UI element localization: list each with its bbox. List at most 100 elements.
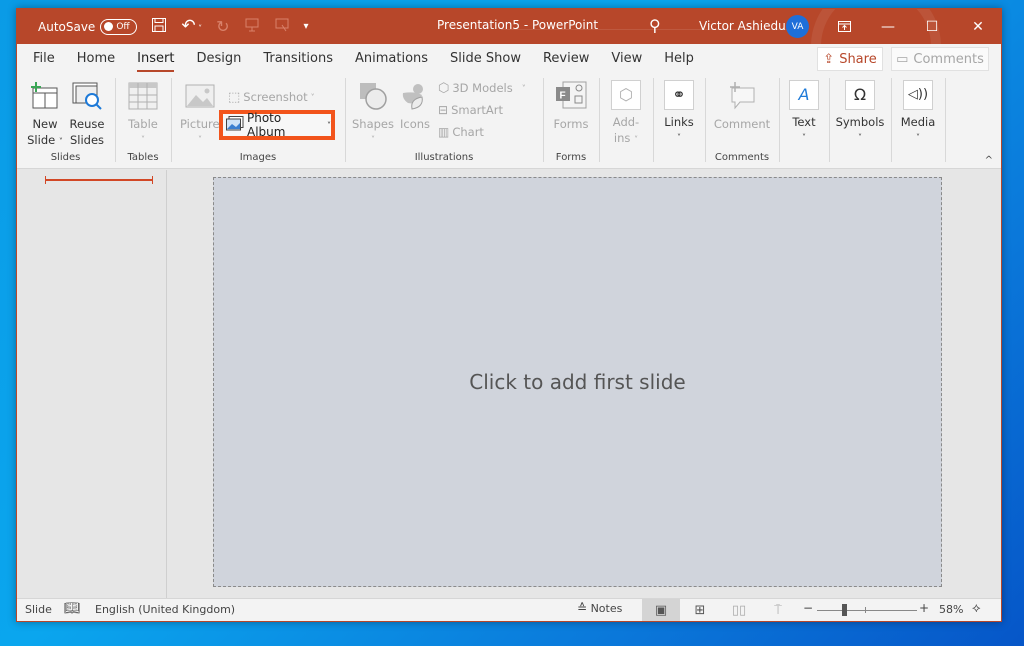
undo-icon[interactable]: ↶ ˅ bbox=[181, 18, 202, 35]
text-button[interactable]: A Text ˅ bbox=[785, 80, 823, 146]
new-slide-button[interactable]: New Slide ˅ bbox=[25, 80, 65, 150]
share-icon: ⇪ bbox=[823, 51, 835, 67]
screenshot-button[interactable]: ⬚ Screenshot ˅ bbox=[228, 87, 315, 107]
add-ins-label-1: Add- bbox=[612, 115, 640, 129]
title-bar: AutoSave Off ↶ ˅ ↻ ▾ Presentation5 - Pow… bbox=[17, 9, 1001, 44]
zoom-in-icon[interactable]: + bbox=[919, 601, 929, 615]
autosave-toggle[interactable]: Off bbox=[100, 18, 138, 35]
zoom-out-icon[interactable]: − bbox=[803, 601, 813, 615]
photo-album-button[interactable]: Photo Album ˅ bbox=[219, 110, 335, 140]
reuse-slides-button[interactable]: Reuse Slides bbox=[67, 80, 107, 148]
comment-label: Comment bbox=[713, 117, 771, 131]
group-label-comments: Comments bbox=[714, 152, 770, 163]
reading-view-button[interactable]: ▯▯ bbox=[720, 599, 758, 621]
empty-slide-placeholder[interactable]: Click to add first slide bbox=[213, 177, 942, 587]
slide-editing-area: Click to add first slide bbox=[168, 170, 1001, 599]
customize-toolbar-icon[interactable]: ▾ bbox=[304, 21, 309, 32]
share-button[interactable]: ⇪ Share bbox=[817, 47, 883, 71]
media-button[interactable]: ◁)) Media ˅ bbox=[897, 80, 939, 146]
fit-slide-icon[interactable]: ⟡ bbox=[972, 601, 981, 616]
tab-transitions[interactable]: Transitions bbox=[252, 44, 344, 74]
accessibility-check-icon[interactable]: 📖︎ bbox=[64, 601, 81, 616]
chart-label: Chart bbox=[452, 125, 484, 139]
undo-dropdown-chevron[interactable]: ˅ bbox=[196, 24, 202, 33]
forms-icon: F bbox=[555, 80, 587, 112]
zoom-slider-handle[interactable] bbox=[842, 604, 847, 616]
ribbon-display-options-icon[interactable] bbox=[821, 9, 867, 44]
minimize-icon[interactable]: — bbox=[865, 9, 911, 44]
speaker-icon: ◁)) bbox=[903, 80, 933, 110]
forms-button[interactable]: F Forms bbox=[549, 80, 593, 132]
avatar[interactable]: VA bbox=[786, 15, 809, 38]
add-ins-button[interactable]: ⬡ Add- ins ˅ bbox=[607, 80, 645, 148]
language-indicator[interactable]: English (United Kingdom) bbox=[95, 603, 235, 616]
tab-view[interactable]: View bbox=[600, 44, 653, 74]
maximize-icon[interactable]: ☐ bbox=[909, 9, 955, 44]
chevron-down-icon[interactable]: ˅ bbox=[327, 121, 331, 130]
chevron-down-icon: ˅ bbox=[634, 135, 639, 144]
tab-design[interactable]: Design bbox=[185, 44, 252, 74]
present-online-icon[interactable] bbox=[274, 17, 290, 36]
new-comment-button[interactable]: Comment bbox=[710, 80, 774, 132]
comment-bubble-icon: ▭ bbox=[896, 51, 909, 67]
tab-file[interactable]: File bbox=[17, 44, 66, 74]
table-button[interactable]: Table ˅ bbox=[123, 80, 163, 148]
slide-thumbnail-pane[interactable] bbox=[17, 170, 167, 599]
pictures-button[interactable]: Pictures ˅ bbox=[180, 80, 226, 148]
status-bar: Slide 📖︎ English (United Kingdom) ≙ Note… bbox=[17, 598, 1001, 621]
present-from-start-icon[interactable] bbox=[244, 17, 260, 36]
user-name[interactable]: Victor Ashiedu bbox=[699, 19, 786, 33]
icons-label: Icons bbox=[399, 117, 431, 131]
group-label-forms: Forms bbox=[555, 152, 587, 163]
document-title: Presentation5 - PowerPoint bbox=[437, 18, 599, 32]
tab-review[interactable]: Review bbox=[532, 44, 600, 74]
group-label-tables: Tables bbox=[127, 152, 159, 163]
search-icon[interactable]: ⚲ bbox=[649, 16, 661, 35]
save-icon[interactable] bbox=[151, 17, 167, 36]
slide-sorter-button[interactable]: ⊞ bbox=[681, 599, 719, 621]
share-label: Share bbox=[839, 51, 877, 67]
notes-button[interactable]: ≙ Notes bbox=[577, 601, 622, 615]
tab-help[interactable]: Help bbox=[653, 44, 705, 74]
3d-models-button[interactable]: ⬡ 3D Models ˅ bbox=[438, 78, 526, 98]
collapse-ribbon-icon[interactable]: ^ bbox=[985, 155, 993, 166]
chevron-down-icon: ˅ bbox=[198, 135, 202, 144]
chevron-down-icon: ˅ bbox=[916, 133, 920, 142]
smartart-icon: ⊟ bbox=[438, 103, 449, 117]
zoom-slider-center-tick bbox=[865, 607, 866, 613]
links-button[interactable]: ⚭ Links ˅ bbox=[660, 80, 698, 146]
icons-button[interactable]: Icons bbox=[396, 80, 434, 132]
redo-icon[interactable]: ↻ bbox=[216, 18, 229, 35]
tab-home[interactable]: Home bbox=[66, 44, 126, 74]
group-tables: Table ˅ Tables bbox=[116, 77, 170, 165]
slideshow-icon: ⍑ bbox=[774, 602, 782, 618]
zoom-slider[interactable] bbox=[817, 610, 917, 611]
photo-album-icon bbox=[226, 116, 244, 134]
table-icon bbox=[127, 80, 159, 112]
shapes-icon bbox=[357, 80, 389, 112]
comments-button[interactable]: ▭ Comments bbox=[891, 47, 989, 71]
photo-album-label: Photo Album bbox=[247, 111, 286, 139]
pictures-label: Pictures bbox=[180, 117, 226, 131]
autosave-control[interactable]: AutoSave Off bbox=[38, 18, 138, 35]
omega-icon: Ω bbox=[845, 80, 875, 110]
icons-icon bbox=[399, 80, 431, 112]
symbols-button[interactable]: Ω Symbols ˅ bbox=[834, 80, 886, 146]
chart-icon: ▥ bbox=[438, 125, 450, 139]
links-label: Links bbox=[664, 115, 694, 129]
svg-text:F: F bbox=[560, 91, 566, 102]
close-icon[interactable]: ✕ bbox=[955, 9, 1001, 44]
tab-insert[interactable]: Insert bbox=[126, 44, 185, 74]
smartart-button[interactable]: ⊟ SmartArt bbox=[438, 100, 503, 120]
group-media: ◁)) Media ˅ bbox=[892, 77, 944, 165]
shapes-button[interactable]: Shapes ˅ bbox=[351, 80, 395, 148]
tab-slide-show[interactable]: Slide Show bbox=[439, 44, 532, 74]
chart-button[interactable]: ▥ Chart bbox=[438, 122, 484, 142]
symbols-label: Symbols bbox=[835, 115, 885, 129]
comments-label: Comments bbox=[913, 51, 984, 67]
normal-view-button[interactable]: ▣ bbox=[642, 599, 680, 621]
chevron-down-icon: ˅ bbox=[141, 135, 145, 144]
tab-animations[interactable]: Animations bbox=[344, 44, 439, 74]
zoom-level[interactable]: 58% bbox=[939, 603, 963, 616]
slide-show-button[interactable]: ⍑ bbox=[759, 599, 797, 621]
